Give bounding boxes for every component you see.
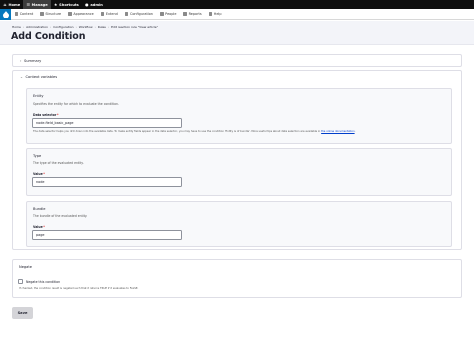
- tray-item-appearance[interactable]: Appearance: [65, 9, 98, 20]
- tray-item-people[interactable]: People: [156, 9, 179, 20]
- toolbar-home-label: Home: [8, 2, 21, 7]
- bundle-legend: Bundle: [33, 207, 46, 211]
- summary-details[interactable]: › Summary: [12, 54, 462, 67]
- breadcrumb-workflow[interactable]: Workflow: [79, 25, 93, 29]
- tray-item-label: Content: [19, 12, 34, 16]
- negate-fieldset: Negate Negate this condition If checked,…: [12, 259, 462, 298]
- data-selector-input[interactable]: node.field_basic_page: [32, 118, 182, 128]
- type-value-label: Value*: [33, 172, 45, 176]
- tray-item-label: Structure: [45, 12, 62, 16]
- drupal-logo-icon[interactable]: [0, 8, 11, 20]
- type-value-input[interactable]: node: [32, 177, 182, 187]
- star-icon: ★: [53, 1, 58, 7]
- breadcrumb-administration[interactable]: Administration: [26, 25, 48, 29]
- tray-item-content[interactable]: Content: [11, 9, 37, 20]
- toolbar-user-label: admin: [90, 2, 103, 7]
- bundle-description: The bundle of the evaluated entity.: [33, 214, 88, 218]
- summary-toggle[interactable]: › Summary: [13, 55, 461, 67]
- menu-icon: ☰: [26, 1, 30, 7]
- help-icon: [208, 12, 213, 16]
- required-marker: *: [43, 225, 45, 229]
- data-selector-label: Data selector*: [33, 113, 59, 117]
- bundle-value-input[interactable]: page: [32, 230, 182, 240]
- type-fieldset: Type The type of the evaluated entity. V…: [26, 148, 452, 196]
- tray-item-label: Extend: [105, 12, 118, 16]
- tray-item-reports[interactable]: Reports: [180, 9, 205, 20]
- negate-checkbox-label[interactable]: Negate this condition: [26, 280, 60, 284]
- user-icon: ●: [85, 1, 89, 7]
- tray-item-label: Configuration: [129, 12, 153, 16]
- tray-item-help[interactable]: Help: [205, 9, 225, 20]
- negate-checkbox[interactable]: [18, 279, 23, 284]
- summary-label: Summary: [23, 59, 42, 63]
- structure-icon: [40, 12, 44, 16]
- type-description: The type of the evaluated entity.: [33, 161, 84, 165]
- entity-legend: Entity: [33, 94, 44, 98]
- negate-description: If checked, the condition result is nega…: [19, 287, 139, 290]
- appearance-icon: [68, 12, 72, 16]
- admin-tray: Content Structure Appearance Extend Conf…: [0, 8, 474, 20]
- tray-item-label: Appearance: [73, 12, 94, 16]
- tray-item-label: People: [165, 12, 177, 16]
- chevron-down-icon: ⌄: [20, 75, 24, 79]
- page-header: Home › Administration › Configuration › Wor…: [0, 21, 474, 45]
- negate-legend: Negate: [19, 265, 33, 269]
- tray-item-configuration[interactable]: Configuration: [121, 9, 156, 20]
- entity-description: Specifies the entity for which to evalua…: [33, 102, 119, 106]
- bundle-fieldset: Bundle The bundle of the evaluated entit…: [26, 201, 452, 247]
- chevron-right-icon: ›: [20, 59, 22, 63]
- breadcrumb-rules[interactable]: Rules: [98, 25, 106, 29]
- extend-icon: [100, 12, 105, 16]
- tray-item-structure[interactable]: Structure: [37, 9, 65, 20]
- breadcrumb-edit-rule[interactable]: Edit reaction rule "View article": [111, 25, 158, 29]
- type-legend: Type: [33, 154, 42, 158]
- required-marker: *: [56, 113, 59, 117]
- save-button[interactable]: Save: [12, 307, 33, 319]
- context-variables-label: Context variables: [25, 75, 58, 79]
- toolbar-manage-label: Manage: [31, 2, 48, 7]
- content-icon: [14, 12, 19, 16]
- breadcrumb-home[interactable]: Home: [12, 25, 21, 29]
- breadcrumb-configuration[interactable]: Configuration: [53, 25, 73, 29]
- page-title: Add Condition: [11, 31, 86, 42]
- context-variables-toggle[interactable]: ⌄ Context variables: [13, 71, 461, 83]
- tray-item-label: Reports: [188, 12, 202, 16]
- home-icon: ⌂: [3, 1, 7, 7]
- online-documentation-link[interactable]: the online documentation: [321, 130, 354, 133]
- breadcrumb: Home › Administration › Configuration › Wor…: [12, 25, 159, 29]
- tray-item-label: Help: [213, 12, 222, 16]
- people-icon: [159, 12, 164, 16]
- tray-item-extend[interactable]: Extend: [97, 9, 121, 20]
- shortcut-star-icon[interactable]: ☆: [68, 33, 73, 39]
- bundle-value-label: Value*: [33, 225, 45, 229]
- data-selector-help: The data selector helps you drill down i…: [33, 130, 356, 133]
- wrench-icon: [124, 12, 129, 16]
- toolbar-shortcuts-label: Shortcuts: [59, 2, 79, 7]
- reports-icon: [183, 12, 187, 16]
- required-marker: *: [43, 172, 45, 176]
- entity-fieldset: Entity Specifies the entity for which to…: [26, 88, 452, 144]
